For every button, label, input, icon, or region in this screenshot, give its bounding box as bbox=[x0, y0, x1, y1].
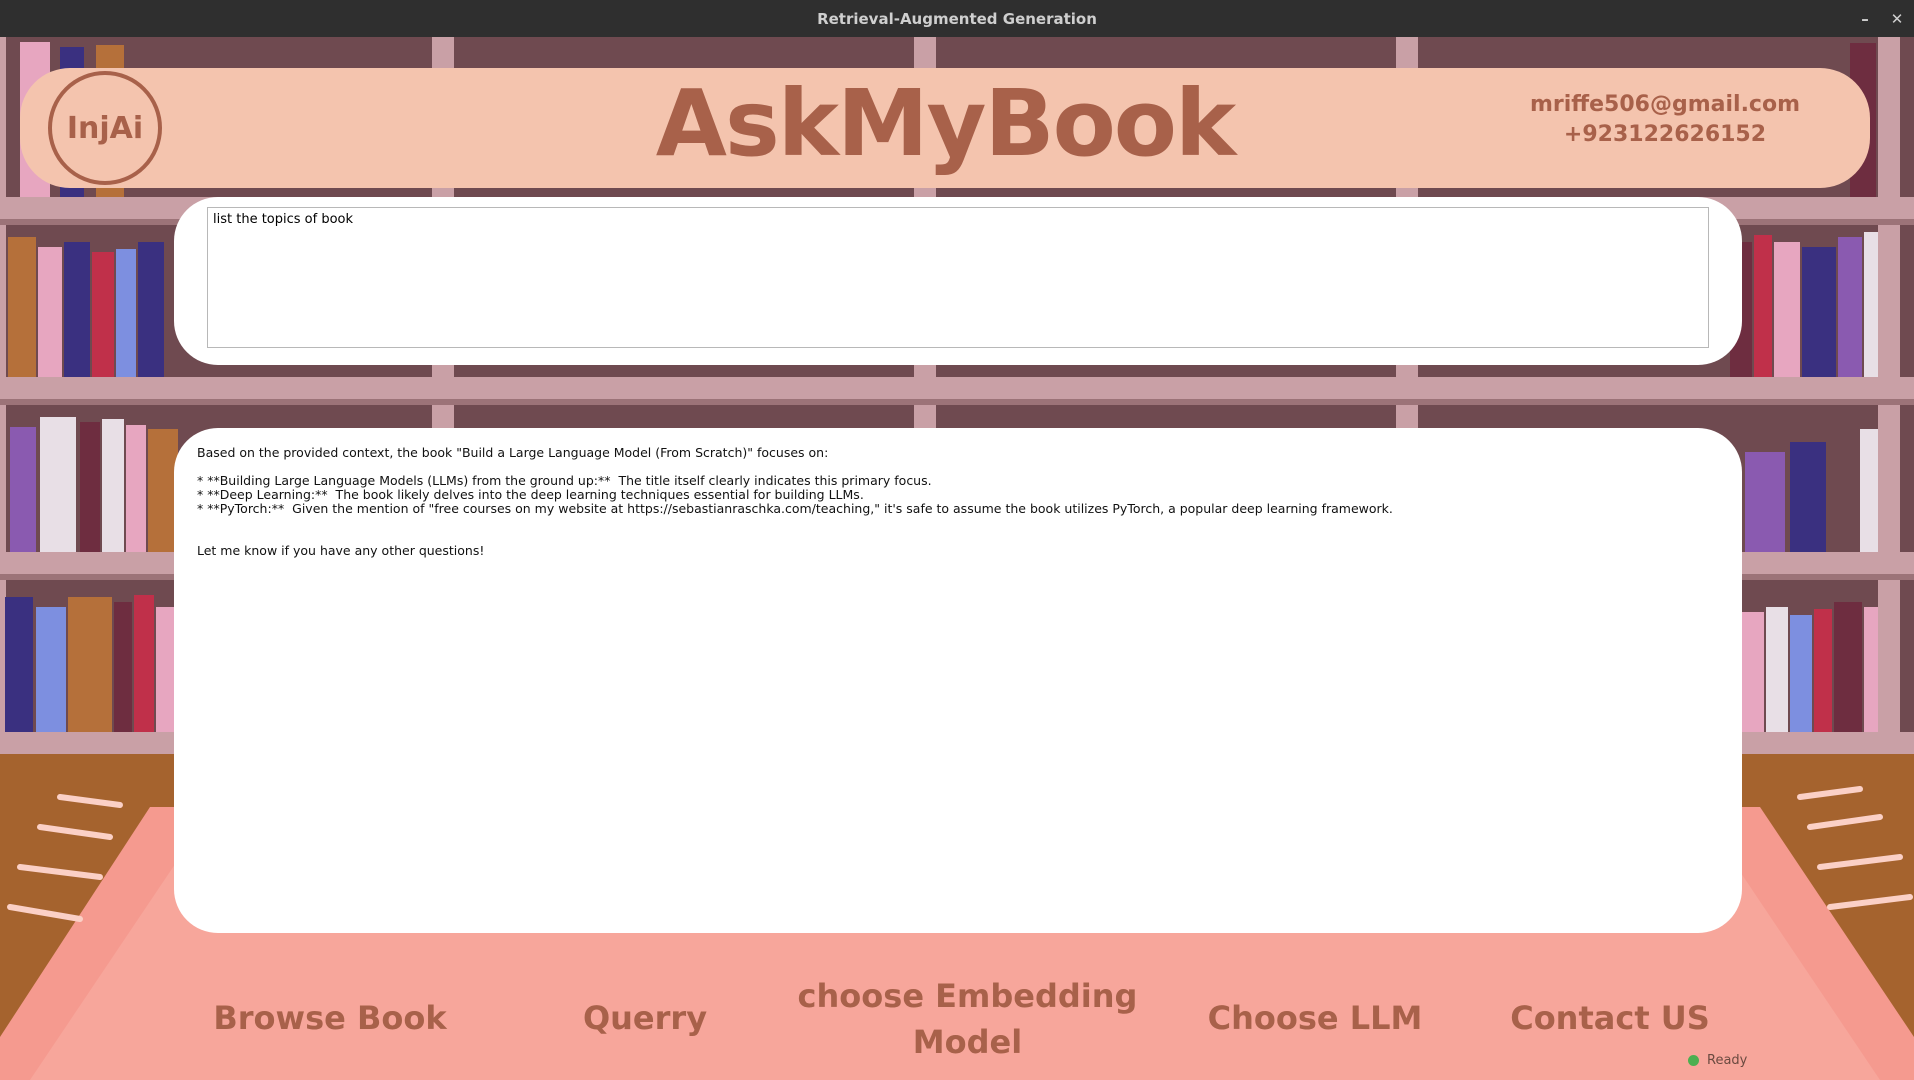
contact-info: mriffe506@gmail.com +923122626152 bbox=[1530, 90, 1800, 150]
status-dot-icon bbox=[1688, 1055, 1699, 1066]
header-banner: InjAi AskMyBook mriffe506@gmail.com +923… bbox=[20, 68, 1870, 188]
window-title: Retrieval-Augmented Generation bbox=[817, 9, 1097, 28]
minimize-button[interactable]: – bbox=[1856, 10, 1874, 28]
query-input[interactable] bbox=[207, 207, 1709, 348]
status-indicator: Ready bbox=[1688, 1053, 1747, 1068]
answer-bullet: * **PyTorch:** Given the mention of "fre… bbox=[197, 501, 1393, 516]
answer-bullet: * **Deep Learning:** The book likely del… bbox=[197, 487, 864, 502]
answer-closing: Let me know if you have any other questi… bbox=[197, 543, 485, 558]
window-controls: – ✕ bbox=[1856, 0, 1906, 37]
choose-llm-button[interactable]: Choose LLM bbox=[1200, 995, 1430, 1041]
status-text: Ready bbox=[1707, 1053, 1748, 1068]
query-panel bbox=[174, 197, 1742, 365]
answer-panel: Based on the provided context, the book … bbox=[174, 428, 1742, 933]
browse-book-button[interactable]: Browse Book bbox=[210, 995, 450, 1041]
contact-email: mriffe506@gmail.com bbox=[1529, 92, 1800, 117]
query-button[interactable]: Querry bbox=[565, 995, 725, 1041]
bottom-nav: Browse Book Querry choose Embedding Mode… bbox=[0, 975, 1914, 1080]
close-button[interactable]: ✕ bbox=[1888, 10, 1906, 28]
window-titlebar: Retrieval-Augmented Generation – ✕ bbox=[0, 0, 1914, 37]
answer-intro: Based on the provided context, the book … bbox=[197, 445, 829, 460]
embedding-label-line2: Model bbox=[912, 1023, 1023, 1061]
contact-us-button[interactable]: Contact US bbox=[1500, 995, 1720, 1041]
choose-embedding-model-button[interactable]: choose Embedding Model bbox=[790, 973, 1145, 1065]
embedding-label-line1: choose Embedding bbox=[797, 977, 1138, 1015]
answer-bullet: * **Building Large Language Models (LLMs… bbox=[197, 473, 932, 488]
contact-phone: +923122626152 bbox=[1563, 122, 1767, 147]
